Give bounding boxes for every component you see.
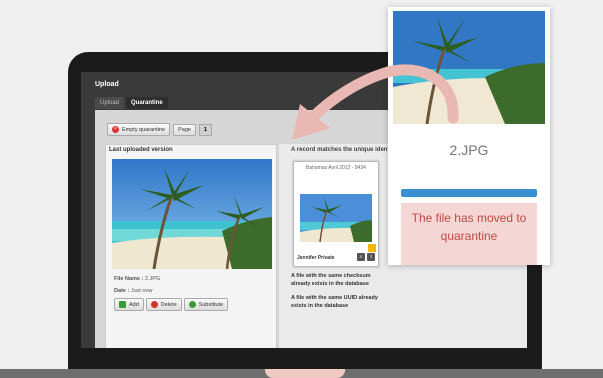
app-title: Upload <box>95 81 119 88</box>
tab-upload[interactable]: Upload <box>95 97 125 109</box>
tab-quarantine[interactable]: Quarantine <box>126 97 168 109</box>
date-label: Date : <box>114 288 130 294</box>
match-heading: A record matches the unique identi <box>291 147 392 153</box>
substitute-label: Substitute <box>198 301 224 308</box>
file-name-row: File Name : 2.JPG <box>114 276 160 282</box>
upload-progress-bar <box>401 189 537 197</box>
action-buttons: Add Delete Substitute <box>114 298 229 311</box>
record-title: Bahamas Avril 2012 - 8434 <box>306 165 366 171</box>
panel-heading: Last uploaded version <box>109 147 173 153</box>
add-icon <box>119 301 126 308</box>
uploaded-photo <box>112 159 272 269</box>
uuid-note: A file with the same UUID already exists… <box>291 295 378 309</box>
page-label: Page <box>173 123 196 136</box>
upload-status-popup: 2.JPG The file has moved to quarantine <box>388 7 550 265</box>
empty-quarantine-label: Empty quarantine <box>122 126 166 133</box>
delete-label: Delete <box>160 301 177 308</box>
record-card[interactable]: Bahamas Avril 2012 - 8434 Jennifer Priva… <box>293 161 379 267</box>
delete-icon <box>150 301 158 308</box>
toolbar: × Empty quarantine Page 1 <box>107 123 213 136</box>
laptop-notch <box>265 369 345 378</box>
tab-bar: Upload Quarantine <box>95 97 168 109</box>
last-uploaded-panel: Last uploaded version File Name: 2.JPG … <box>105 144 277 348</box>
empty-quarantine-button[interactable]: × Empty quarantine <box>107 123 171 136</box>
add-label: Add <box>129 301 139 308</box>
date-row: Date : Just now <box>114 288 153 294</box>
info-icon[interactable]: i <box>367 253 375 261</box>
popup-photo <box>393 11 545 124</box>
warning-badge-icon <box>368 244 376 252</box>
substitute-icon <box>188 301 196 308</box>
popup-file-name: 2.JPG <box>449 142 489 158</box>
substitute-button[interactable]: Substitute <box>183 298 229 311</box>
page-number[interactable]: 1 <box>198 123 213 136</box>
record-owner: Jennifer Private <box>297 255 335 261</box>
file-name-value: 2.JPG <box>144 276 161 282</box>
delete-button[interactable]: Delete <box>145 298 182 311</box>
upload-progress-fill <box>401 189 537 197</box>
date-value: Just now <box>130 288 153 294</box>
record-photo <box>300 194 372 242</box>
quarantine-message: The file has moved to quarantine <box>401 203 537 265</box>
clear-icon: × <box>112 126 119 133</box>
file-name-label: File Name : <box>114 276 144 282</box>
add-button[interactable]: Add <box>114 298 144 311</box>
checksum-note: A file with the same checksum already ex… <box>291 273 371 287</box>
search-icon[interactable]: ⌕ <box>357 253 365 261</box>
